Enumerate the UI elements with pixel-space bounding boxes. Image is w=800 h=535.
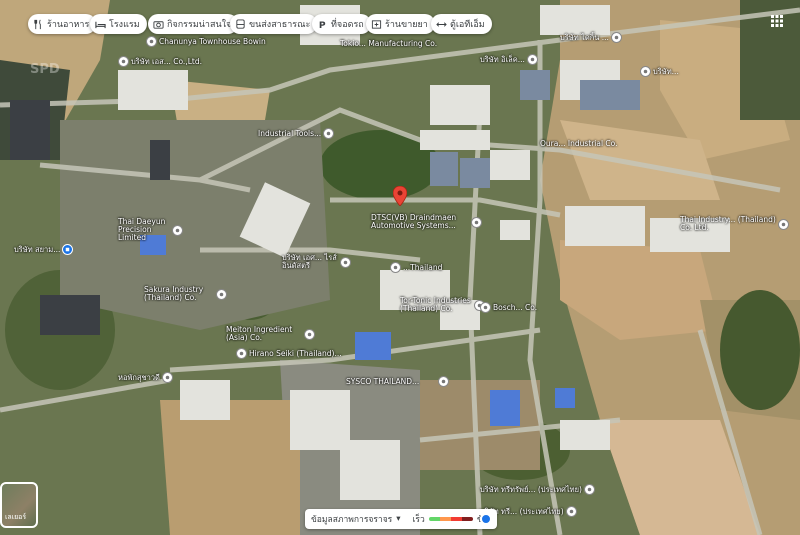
chip-label: ร้านขายยา (385, 20, 428, 30)
svg-text:P: P (319, 20, 326, 30)
poi-label: Tokio... Manufacturing Co. (340, 39, 438, 48)
place-icon (778, 218, 789, 230)
poi-marker[interactable]: Thai Industry... (Thailand) Co. Ltd. (680, 216, 789, 232)
poi-label: Chanunya Townhouse Bowin (159, 36, 266, 46)
poi-marker[interactable]: Chanunya Townhouse Bowin (146, 36, 266, 47)
chip-transit[interactable]: ขนส่งสาธารณะ (230, 14, 318, 34)
poi-marker[interactable]: บริษัท เอศ... ไรส์ อินดัสตรี (282, 254, 351, 270)
poi-marker[interactable]: Hirano Seiki (Thailand)... (236, 348, 342, 359)
place-icon (640, 66, 651, 77)
place-icon (565, 506, 577, 517)
poi-marker[interactable]: Tor-Tonic Industries (Thailand) Co. (400, 297, 485, 313)
poi-label: บริษัท เอส... Co.,Ltd. (131, 56, 202, 66)
chip-atm[interactable]: ตู้เอทีเอ็ม (431, 14, 492, 34)
chip-pharmacy[interactable]: ร้านขายยา (366, 14, 435, 34)
chip-hotels[interactable]: โรงแรม (90, 14, 147, 34)
poi-marker[interactable]: Oura... Industrial Co. (540, 140, 618, 148)
poi-label: Bosch... Co. (493, 302, 538, 312)
layers-label: เลเยอร์ (5, 513, 27, 521)
poi-marker[interactable]: Meiton Ingredient (Asia) Co. (226, 326, 315, 342)
watermark-text: SPD (30, 62, 60, 77)
place-icon (118, 56, 129, 67)
parking-icon: P (319, 20, 326, 30)
poi-label: Tor-Tonic Industries (Thailand) Co. (400, 296, 471, 313)
company-icon (62, 244, 74, 255)
poi-marker[interactable]: Sakura Industry (Thailand) Co. (144, 286, 227, 302)
chip-label: โรงแรม (109, 20, 140, 30)
poi-label: DTSC(VB) Draindmaen Automotive Systems..… (371, 213, 457, 230)
my-location-button[interactable] (480, 513, 492, 525)
poi-label: Thai Industry... (Thailand) Co. Ltd. (680, 215, 776, 232)
poi-marker[interactable]: หอพักสุชาวดี (118, 372, 173, 383)
apps-grid-icon (771, 15, 783, 27)
poi-label: Industrial Tools... (258, 128, 322, 138)
poi-marker[interactable]: Thai Daeyun Precision Limited (118, 218, 183, 242)
place-icon (172, 224, 183, 236)
poi-label: Meiton Ingredient (Asia) Co. (226, 325, 293, 342)
poi-label: Hirano Seiki (Thailand)... (249, 348, 342, 358)
chip-label: ที่จอดรถ (331, 20, 364, 30)
chip-label: ตู้เอทีเอ็ม (450, 20, 485, 30)
place-icon (216, 288, 227, 300)
poi-marker[interactable]: บริษัท เอส... Co.,Ltd. (118, 56, 202, 67)
fork-knife-icon (34, 19, 41, 29)
poi-label: บริษัท อิเล็ค... (480, 54, 525, 64)
chip-label: ร้านอาหาร (47, 20, 90, 30)
pharmacy-icon (371, 19, 382, 29)
poi-label: Thai Daeyun Precision Limited (118, 217, 166, 242)
place-icon (526, 54, 538, 65)
place-icon (480, 302, 491, 313)
poi-marker[interactable]: บริษัท สยาม... (14, 244, 74, 255)
poi-marker[interactable]: บริษัท ทรีทรัพย์... (ประเทศไทย) (480, 484, 595, 495)
traffic-gradient (428, 517, 473, 521)
chip-restaurants[interactable]: ร้านอาหาร (28, 14, 97, 34)
bed-icon (95, 21, 106, 28)
traffic-fast-label: เร็ว (412, 515, 425, 525)
poi-marker[interactable]: บริษัท ไดกิ้น ... (560, 32, 622, 43)
atm-icon (436, 21, 447, 27)
chevron-down-icon: ▾ (396, 514, 401, 524)
poi-marker[interactable]: บริษัท อิเล็ค... (480, 54, 538, 65)
place-icon (304, 328, 315, 340)
place-icon (390, 262, 401, 273)
map-view[interactable]: SPD ร้านอาหาร โรงแรม กิจกรรมน่าสนใจ ขนส่… (0, 0, 800, 535)
layers-button[interactable]: เลเยอร์ (0, 482, 38, 528)
poi-label: SYSCO THAILAND... (346, 376, 420, 386)
poi-label: หอพักสุชาวดี (118, 372, 160, 382)
poi-marker[interactable]: Tokio... Manufacturing Co. (340, 40, 437, 48)
poi-label: ...Thailand (403, 262, 443, 272)
poi-label: Sakura Industry (Thailand) Co. (144, 285, 204, 302)
place-icon (146, 36, 157, 47)
place-icon (583, 484, 595, 495)
location-pin-icon[interactable] (393, 186, 407, 206)
chip-parking[interactable]: P ที่จอดรถ (312, 14, 371, 34)
place-icon (161, 372, 173, 383)
poi-label: บริษัท... (653, 66, 679, 76)
camera-icon (153, 20, 164, 29)
place-icon (610, 32, 622, 43)
chip-label: ขนส่งสาธารณะ (249, 20, 311, 30)
apps-grid-button[interactable] (768, 12, 786, 30)
place-icon (340, 256, 351, 268)
bus-icon (236, 18, 245, 29)
place-icon (438, 376, 449, 387)
place-icon (471, 216, 482, 228)
poi-label: บริษัท ไดกิ้น ... (560, 32, 609, 42)
poi-label: บริษัท ทรีทรัพย์... (ประเทศไทย) (480, 484, 582, 494)
poi-label: บริษัท สยาม... (14, 244, 61, 254)
traffic-legend-label: ข้อมูลสภาพการจราจร (311, 515, 393, 525)
poi-marker[interactable]: Bosch... Co. (480, 302, 537, 313)
selected-place-label[interactable]: DTSC(VB) Draindmaen Automotive Systems..… (371, 214, 482, 230)
place-icon (236, 348, 247, 359)
traffic-legend[interactable]: ข้อมูลสภาพการจราจร ▾ เร็ว ช้า (305, 509, 497, 529)
poi-marker[interactable]: ...Thailand (390, 262, 442, 273)
poi-label: Oura... Industrial Co. (540, 139, 618, 148)
poi-marker[interactable]: บริษัท... (640, 66, 679, 77)
poi-marker[interactable]: SYSCO THAILAND... (346, 376, 449, 387)
poi-marker[interactable]: Industrial Tools... (258, 128, 335, 139)
chip-attractions[interactable]: กิจกรรมน่าสนใจ (148, 14, 239, 34)
chip-label: กิจกรรมน่าสนใจ (167, 20, 232, 30)
poi-label: บริษัท เอศ... ไรส์ อินดัสตรี (282, 253, 337, 270)
place-icon (323, 128, 335, 139)
